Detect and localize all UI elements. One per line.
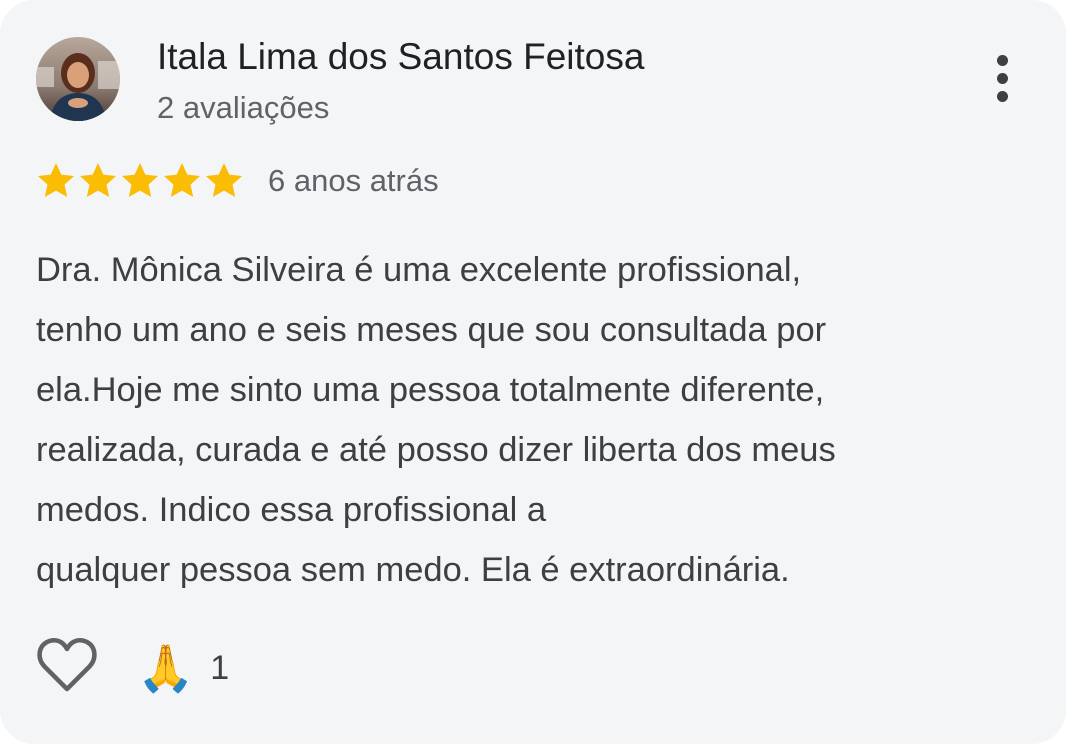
star-icon xyxy=(120,161,160,201)
author-review-count[interactable]: 2 avaliações xyxy=(157,88,329,128)
star-icon xyxy=(78,161,118,201)
folded-hands-icon: 🙏 xyxy=(137,641,195,695)
avatar[interactable] xyxy=(36,37,120,121)
star-rating xyxy=(36,161,244,201)
reaction-badge[interactable]: 🙏 1 xyxy=(137,640,229,696)
review-text-line: tenho um ano e seis meses que sou consul… xyxy=(36,311,827,349)
more-options-button[interactable] xyxy=(980,50,1024,106)
review-text-line: medos. Indico essa profissional a xyxy=(36,491,547,529)
review-text-line: realizada, curada e até posso dizer libe… xyxy=(36,431,836,469)
star-icon xyxy=(36,161,76,201)
like-button[interactable] xyxy=(36,636,98,694)
review-text-line: ela.Hoje me sinto uma pessoa totalmente … xyxy=(36,371,825,409)
heart-outline-icon xyxy=(37,638,97,692)
review-date: 6 anos atrás xyxy=(268,163,439,198)
reaction-count: 1 xyxy=(210,648,230,687)
review-text-line: Dra. Mônica Silveira é uma excelente pro… xyxy=(36,251,802,289)
review-card: Itala Lima dos Santos Feitosa 2 avaliaçõ… xyxy=(0,0,1066,744)
star-icon xyxy=(162,161,202,201)
more-vertical-icon xyxy=(996,54,1008,66)
user-photo-icon xyxy=(36,37,120,121)
author-name[interactable]: Itala Lima dos Santos Feitosa xyxy=(157,34,644,80)
review-text: Dra. Mônica Silveira é uma excelente pro… xyxy=(36,240,1036,600)
rating-row: 6 anos atrás xyxy=(36,160,439,202)
star-icon xyxy=(204,161,244,201)
review-text-line: qualquer pessoa sem medo. Ela é extraord… xyxy=(36,551,790,589)
